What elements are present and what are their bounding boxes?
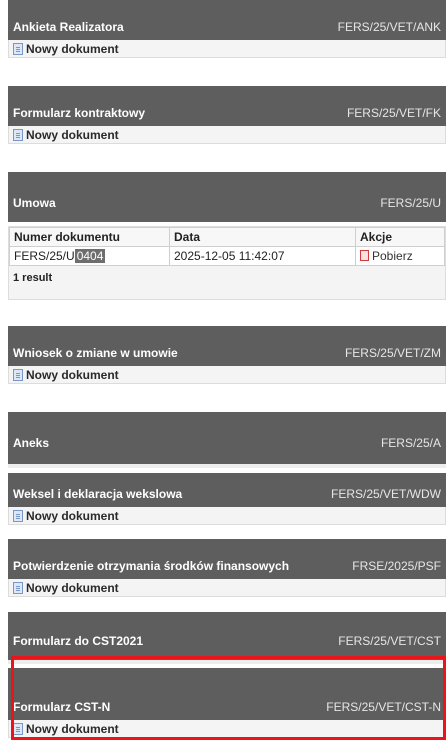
section-separator [8, 464, 446, 468]
section-header-potwierdzenie: Potwierdzenie otrzymania środków finanso… [8, 539, 446, 579]
document-icon [13, 42, 23, 55]
pdf-icon [360, 250, 369, 261]
new-document-label: Nowy dokument [26, 127, 119, 142]
new-document-label: Nowy dokument [26, 508, 119, 523]
new-document-label: Nowy dokument [26, 367, 119, 382]
document-icon [13, 128, 23, 141]
document-number-prefix: FERS/25/U [14, 249, 75, 263]
new-document-button[interactable]: Nowy dokument [8, 126, 446, 144]
umowa-documents-table: Numer dokumentu Data Akcje FERS/25/U 0404… [8, 226, 446, 300]
section-code: FERS/25/VET/ANK [337, 20, 441, 34]
document-number-cell: FERS/25/U 0404 [9, 246, 170, 266]
section-code: FERS/25/U [380, 196, 441, 210]
section-code: FERS/25/A [380, 436, 441, 450]
section-header-aneks: Aneks FERS/25/A [8, 412, 446, 464]
download-label: Pobierz [372, 249, 413, 263]
section-header-weksel: Weksel i deklaracja wekslowa FERS/25/VET… [8, 473, 446, 507]
document-icon [13, 581, 23, 594]
section-code: FERS/25/VET/FK [346, 106, 441, 120]
new-document-label: Nowy dokument [26, 580, 119, 595]
new-document-label: Nowy dokument [26, 41, 119, 56]
table-header-row: Numer dokumentu Data Akcje [9, 227, 445, 247]
new-document-button[interactable]: Nowy dokument [8, 507, 446, 525]
section-code: FRSE/2025/PSF [352, 559, 441, 573]
section-header-cst2021: Formularz do CST2021 FERS/25/VET/CST [8, 612, 446, 660]
highlight-box [11, 656, 446, 740]
new-document-button[interactable]: Nowy dokument [8, 579, 446, 597]
section-title: Umowa [13, 196, 56, 210]
document-icon [13, 509, 23, 522]
section-title: Weksel i deklaracja wekslowa [13, 487, 183, 501]
section-code: FERS/25/VET/WDW [330, 487, 441, 501]
download-link[interactable]: Pobierz [355, 246, 445, 266]
section-code: FERS/25/VET/CST [338, 634, 441, 648]
section-code: FERS/25/VET/ZM [344, 346, 441, 360]
document-icon [13, 368, 23, 381]
section-title: Wniosek o zmiane w umowie [13, 346, 178, 360]
section-header-ankieta: Ankieta Realizatora FERS/25/VET/ANK [8, 0, 446, 40]
section-title: Formularz do CST2021 [13, 634, 144, 648]
section-title: Formularz kontraktowy [13, 106, 146, 120]
documents-table: Numer dokumentu Data Akcje FERS/25/U 0404… [9, 227, 445, 266]
section-title: Ankieta Realizatora [13, 20, 124, 34]
section-title: Potwierdzenie otrzymania środków finanso… [13, 559, 290, 573]
column-header-actions: Akcje [355, 227, 445, 247]
column-header-date: Data [169, 227, 356, 247]
column-header-number: Numer dokumentu [9, 227, 170, 247]
document-date-cell: 2025-12-05 11:42:07 [169, 246, 356, 266]
redacted-number: 0404 [74, 249, 106, 263]
section-header-wniosek: Wniosek o zmiane w umowie FERS/25/VET/ZM [8, 326, 446, 366]
table-row: FERS/25/U 0404 2025-12-05 11:42:07 Pobier… [9, 246, 445, 266]
new-document-button[interactable]: Nowy dokument [8, 40, 446, 58]
section-header-umowa: Umowa FERS/25/U [8, 172, 446, 222]
section-title: Aneks [13, 436, 50, 450]
section-header-formularz-kontraktowy: Formularz kontraktowy FERS/25/VET/FK [8, 86, 446, 126]
new-document-button[interactable]: Nowy dokument [8, 366, 446, 384]
result-count: 1 result [13, 272, 53, 284]
